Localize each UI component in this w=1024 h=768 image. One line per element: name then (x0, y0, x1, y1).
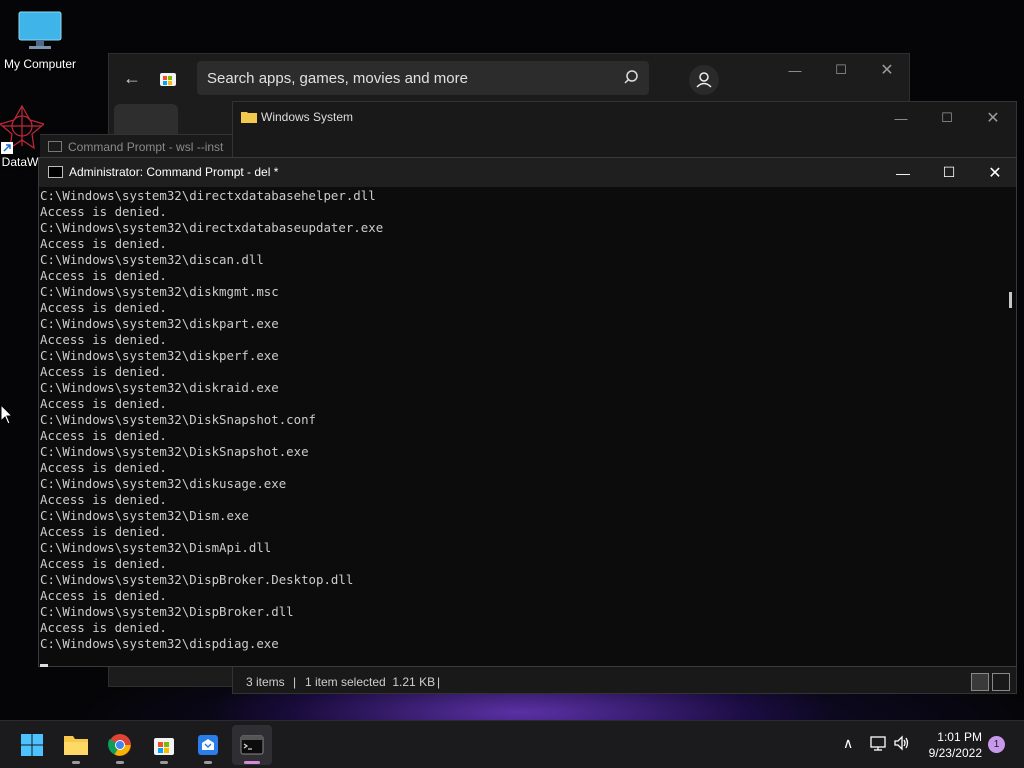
notification-badge[interactable]: 1 (988, 736, 1005, 753)
volume-icon[interactable] (893, 735, 911, 751)
taskbar-chrome[interactable] (100, 725, 140, 765)
user-icon (696, 72, 712, 88)
taskbar-terminal[interactable] (232, 725, 272, 765)
monitor-icon (18, 11, 62, 49)
clock-time: 1:01 PM (937, 730, 982, 744)
console-line: C:\Windows\system32\diskraid.exe (40, 380, 279, 395)
running-indicator (204, 761, 212, 764)
folder-icon (241, 112, 257, 123)
console-line: C:\Windows\system32\diskusage.exe (40, 476, 287, 491)
scrollbar-thumb[interactable] (1009, 292, 1012, 308)
desktop-icon-label: My Computer (3, 57, 77, 71)
minimize-button[interactable]: — (880, 158, 926, 187)
running-indicator (72, 761, 80, 764)
search-icon[interactable] (623, 69, 639, 85)
taskbar-file-explorer[interactable] (56, 725, 96, 765)
taskbar-app-installer[interactable] (188, 725, 228, 765)
account-button[interactable] (689, 65, 719, 95)
desktop-icon-my-computer[interactable]: My Computer (0, 10, 80, 71)
close-button[interactable]: ✕ (972, 158, 1018, 187)
desktop-icon-datawrangler[interactable]: DataW (0, 104, 46, 169)
console-line: C:\Windows\system32\directxdatabaseupdat… (40, 220, 384, 235)
close-button[interactable]: ✕ (970, 102, 1016, 134)
title-bar[interactable]: Administrator: Command Prompt - del * — … (39, 158, 1016, 187)
selection-info: 1 item selected 1.21 KB (305, 675, 436, 689)
running-indicator (116, 761, 124, 764)
status-bar: 3 items | 1 item selected 1.21 KB | (233, 670, 1016, 694)
close-button[interactable]: ✕ (864, 54, 910, 86)
window-title: Windows System (261, 110, 354, 124)
file-explorer-icon (64, 736, 88, 755)
console-line: C:\Windows\system32\dispdiag.exe (40, 636, 279, 651)
console-line: Access is denied. (40, 396, 167, 411)
window-title: Administrator: Command Prompt - del * (69, 165, 279, 179)
console-line: C:\Windows\system32\DiskSnapshot.exe (40, 444, 309, 459)
search-placeholder: Search apps, games, movies and more (207, 70, 468, 87)
microsoft-store-icon (160, 73, 176, 86)
mouse-pointer-icon (0, 404, 14, 425)
console-line: Access is denied. (40, 300, 167, 315)
chrome-icon (108, 734, 131, 756)
console-line: C:\Windows\system32\discan.dll (40, 252, 264, 267)
console-icon (48, 166, 63, 178)
taskbar: ∧ 1:01 PM 9/23/2022 1 (0, 720, 1024, 768)
start-button[interactable] (12, 725, 52, 765)
status-separator: | (293, 675, 297, 689)
windows-start-icon (21, 734, 43, 756)
taskbar-microsoft-store[interactable] (144, 725, 184, 765)
app-installer-icon (198, 735, 218, 755)
text-cursor (40, 664, 48, 667)
maximize-button[interactable]: ☐ (924, 102, 970, 134)
details-view-button[interactable] (971, 673, 989, 691)
desktop-icon-label: DataW (1, 155, 39, 169)
console-line: C:\Windows\system32\DispBroker.Desktop.d… (40, 572, 354, 587)
item-count: 3 items (246, 675, 285, 689)
console-line: Access is denied. (40, 524, 167, 539)
console-line: C:\Windows\system32\directxdatabasehelpe… (40, 188, 376, 203)
status-separator: | (437, 675, 441, 689)
terminal-icon (240, 735, 264, 755)
console-output[interactable]: C:\Windows\system32\directxdatabasehelpe… (39, 188, 1001, 666)
console-line: C:\Windows\system32\DismApi.dll (40, 540, 272, 555)
wsl-command-prompt-window[interactable]: Command Prompt - wsl --inst (40, 134, 232, 158)
clock[interactable]: 1:01 PM 9/23/2022 (929, 729, 982, 761)
maximize-button[interactable]: ☐ (818, 54, 864, 86)
show-hidden-icons-chevron-icon[interactable]: ∧ (843, 735, 853, 752)
console-line: Access is denied. (40, 620, 167, 635)
console-line: Access is denied. (40, 364, 167, 379)
window-title: Command Prompt - wsl --inst (68, 140, 224, 154)
console-line: C:\Windows\system32\DispBroker.dll (40, 604, 294, 619)
minimize-button[interactable]: — (878, 102, 924, 134)
tiles-view-button[interactable] (992, 673, 1010, 691)
back-arrow-icon[interactable]: ← (123, 68, 141, 89)
maximize-button[interactable]: ☐ (926, 158, 972, 187)
active-indicator (244, 761, 260, 764)
console-line: C:\Windows\system32\DiskSnapshot.conf (40, 412, 317, 427)
running-indicator (160, 761, 168, 764)
datawrangler-icon (0, 104, 46, 154)
console-line: Access is denied. (40, 332, 167, 347)
network-icon[interactable] (869, 735, 887, 751)
minimize-button[interactable]: — (772, 54, 818, 86)
microsoft-store-icon (154, 738, 174, 755)
console-icon (48, 141, 62, 152)
console-line: Access is denied. (40, 460, 167, 475)
console-line: Access is denied. (40, 204, 167, 219)
admin-command-prompt-window[interactable]: Administrator: Command Prompt - del * — … (38, 157, 1017, 667)
clock-date: 9/23/2022 (928, 746, 982, 760)
console-line: C:\Windows\system32\diskperf.exe (40, 348, 279, 363)
console-line: Access is denied. (40, 268, 167, 283)
console-line: C:\Windows\system32\diskmgmt.msc (40, 284, 279, 299)
console-line: Access is denied. (40, 236, 167, 251)
console-line: Access is denied. (40, 556, 167, 571)
console-line: Access is denied. (40, 588, 167, 603)
console-line: C:\Windows\system32\diskpart.exe (40, 316, 279, 331)
store-search-box[interactable]: Search apps, games, movies and more (197, 61, 649, 95)
console-line: Access is denied. (40, 492, 167, 507)
console-line: Access is denied. (40, 428, 167, 443)
console-line: C:\Windows\system32\Dism.exe (40, 508, 249, 523)
